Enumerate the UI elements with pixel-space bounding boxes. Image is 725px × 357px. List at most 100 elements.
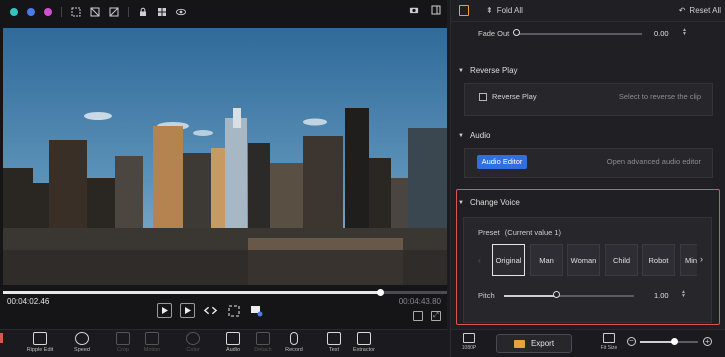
- split-marker-icon: [0, 333, 3, 343]
- pitch-stepper-icon[interactable]: ▲ ▼: [681, 290, 686, 299]
- color-dot-magenta-icon[interactable]: [44, 8, 52, 16]
- ripple-edit-icon: [33, 332, 47, 345]
- fold-all-button[interactable]: ⇞ Fold All: [486, 6, 523, 15]
- caret-down-icon: ▼: [458, 67, 464, 74]
- preset-child[interactable]: Child: [605, 244, 638, 276]
- color-dot-blue-icon[interactable]: [27, 8, 35, 16]
- microphone-icon: [290, 332, 298, 345]
- zoom-slider-fill: [640, 341, 675, 343]
- audio-editor-button[interactable]: Audio Editor: [477, 155, 527, 169]
- tool-label: Extractor: [352, 347, 375, 353]
- color-palette-icon: [186, 332, 200, 345]
- fade-out-slider[interactable]: [517, 33, 642, 35]
- tool-record[interactable]: Record: [276, 332, 312, 353]
- reverse-play-checkbox-label[interactable]: Reverse Play: [492, 92, 537, 101]
- playback-progress-fill: [3, 291, 381, 294]
- preview-panel: 00:04:02.46 00:04:43.80 ⤢: [0, 0, 447, 329]
- tool-ripple-edit[interactable]: Ripple Edit: [22, 332, 58, 353]
- preset-list: Original Man Woman Child Robot Mini: [492, 244, 697, 278]
- edit-toolbar: Ripple Edit Speed Crop Motion Color Audi…: [0, 329, 447, 357]
- city-skyline-image: [3, 28, 447, 285]
- tool-speed[interactable]: Speed: [64, 332, 100, 353]
- zoom-out-icon[interactable]: −: [627, 337, 636, 346]
- preset-man[interactable]: Man: [530, 244, 563, 276]
- play-icon: [162, 307, 168, 314]
- tool-label: Record: [285, 347, 303, 353]
- export-button[interactable]: Export: [496, 334, 572, 353]
- camera-icon[interactable]: [409, 5, 419, 15]
- video-preview[interactable]: [3, 28, 447, 285]
- fade-out-value[interactable]: 0.00: [654, 29, 669, 38]
- crop-diagonal-icon[interactable]: [109, 7, 119, 17]
- fullscreen-icon[interactable]: ⤢: [431, 311, 441, 321]
- color-dot-teal-icon[interactable]: [10, 8, 18, 16]
- reverse-play-checkbox[interactable]: [479, 93, 487, 101]
- eye-icon[interactable]: [176, 7, 186, 17]
- crop-select-icon[interactable]: [71, 7, 81, 17]
- mark-in-out-button[interactable]: [203, 304, 218, 318]
- toolbar-divider: [61, 7, 62, 17]
- play-icon: [185, 307, 191, 314]
- quality-icon[interactable]: [413, 311, 423, 321]
- zoom-slider-handle[interactable]: [671, 338, 679, 345]
- reset-all-button[interactable]: ↶ Reset All: [679, 6, 721, 15]
- caret-down-icon: ▼: [458, 132, 464, 139]
- fit-size-button[interactable]: Fit Size: [598, 333, 620, 351]
- crop-grid-icon[interactable]: [90, 7, 100, 17]
- zoom-in-icon[interactable]: +: [703, 337, 712, 346]
- fade-out-label: Fade Out: [478, 29, 510, 38]
- chevron-right-icon[interactable]: ›: [700, 254, 703, 264]
- resolution-icon: [463, 333, 475, 343]
- preset-mini[interactable]: Mini: [680, 244, 697, 276]
- audio-box: Audio Editor Open advanced audio editor: [464, 148, 713, 178]
- preset-woman[interactable]: Woman: [567, 244, 600, 276]
- playback-controls: [157, 303, 264, 318]
- add-to-timeline-button[interactable]: [249, 304, 264, 318]
- audio-icon: [226, 332, 240, 345]
- panel-toggle-icon[interactable]: [459, 5, 469, 16]
- preset-robot[interactable]: Robot: [642, 244, 675, 276]
- preset-original[interactable]: Original: [492, 244, 525, 276]
- text-icon: [327, 332, 341, 345]
- tool-label: Ripple Edit: [26, 347, 54, 353]
- play-button[interactable]: [180, 303, 195, 318]
- grid-icon[interactable]: [157, 7, 167, 17]
- resolution-label: 1080P: [461, 345, 477, 351]
- playback-progress-bar[interactable]: [3, 289, 447, 296]
- resolution-button[interactable]: 1080P: [458, 333, 480, 351]
- crop-icon: [116, 332, 130, 345]
- chevron-left-icon[interactable]: ‹: [478, 255, 481, 265]
- tool-extractor[interactable]: Extractor: [346, 332, 382, 353]
- zoom-slider[interactable]: [640, 338, 698, 345]
- total-timecode: 00:04:43.80: [398, 297, 441, 306]
- audio-section-header[interactable]: ▼ Audio: [458, 131, 490, 140]
- properties-header: ⇞ Fold All ↶ Reset All: [451, 0, 725, 22]
- add-media-icon: [251, 305, 263, 316]
- fade-out-slider-handle[interactable]: [513, 29, 520, 36]
- play-from-start-button[interactable]: [157, 303, 172, 318]
- reverse-play-box: Reverse Play Select to reverse the clip: [464, 83, 713, 116]
- extractor-icon: [357, 332, 371, 345]
- pitch-label: Pitch: [478, 291, 495, 300]
- pitch-value[interactable]: 1.00: [654, 291, 669, 300]
- tool-color[interactable]: Color: [175, 332, 211, 353]
- fold-icon: ⇞: [486, 6, 493, 15]
- export-label: Export: [530, 339, 555, 348]
- reverse-play-section-header[interactable]: ▼ Reverse Play: [458, 66, 518, 75]
- reverse-play-title: Reverse Play: [469, 66, 518, 75]
- tool-motion[interactable]: Motion: [134, 332, 170, 353]
- fit-size-icon: [603, 333, 615, 343]
- reset-icon: ↶: [678, 6, 686, 15]
- snapshot-button[interactable]: [226, 304, 241, 318]
- lock-icon[interactable]: [138, 7, 148, 17]
- change-voice-box: Preset (Current value 1) ‹ Original Man …: [463, 217, 712, 323]
- panel-split-icon[interactable]: [431, 5, 441, 15]
- fade-out-stepper-icon[interactable]: ▲ ▼: [682, 28, 687, 37]
- fit-size-label: Fit Size: [600, 345, 618, 351]
- preview-toolbar-right: [409, 5, 441, 15]
- pitch-slider[interactable]: [504, 295, 634, 297]
- playback-scrubber-handle[interactable]: [376, 289, 384, 296]
- pitch-slider-fill: [504, 295, 556, 297]
- pitch-slider-handle[interactable]: [552, 291, 560, 298]
- export-bar: 1080P Export Fit Size − +: [451, 329, 725, 357]
